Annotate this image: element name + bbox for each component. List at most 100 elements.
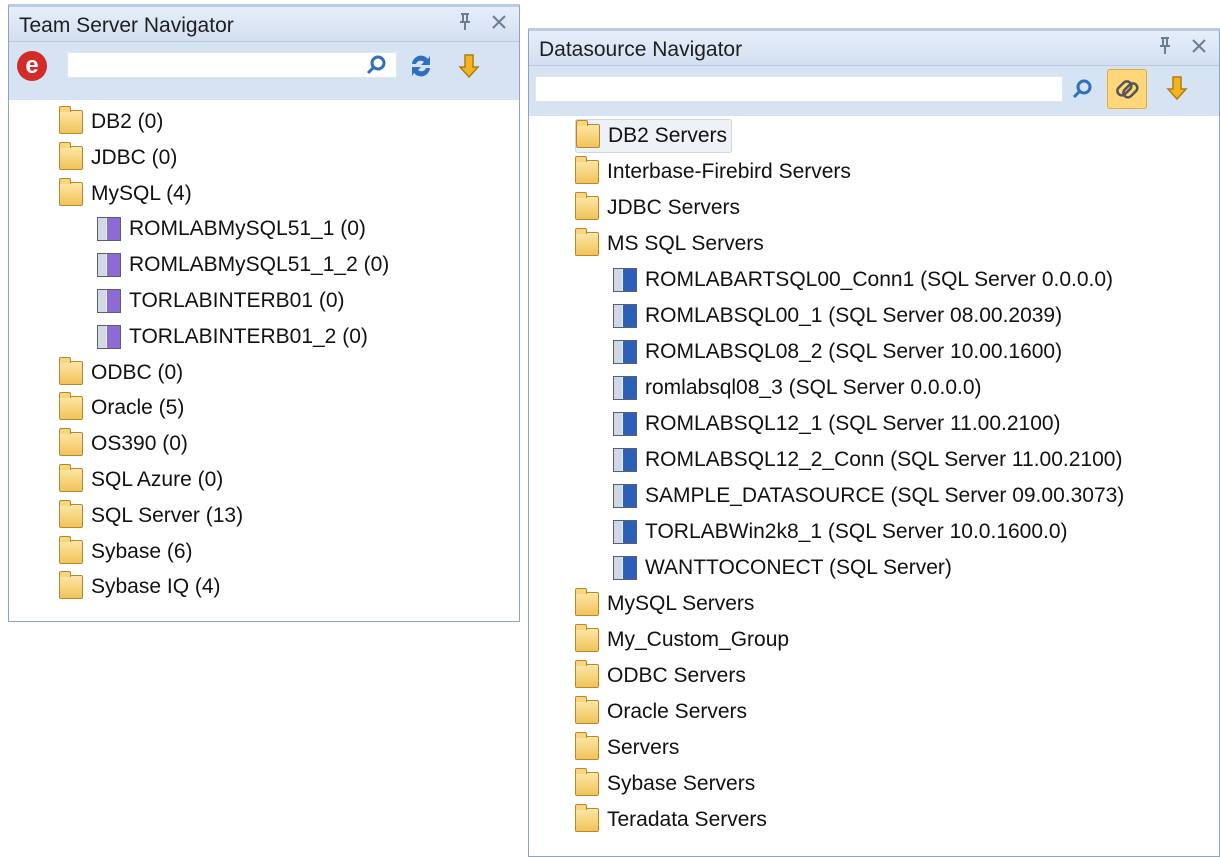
tree-item-label: SAMPLE_DATASOURCE (SQL Server 09.00.3073…	[645, 484, 1125, 507]
tree-item-label: Teradata Servers	[607, 808, 767, 831]
server-icon	[613, 412, 637, 436]
server-icon	[97, 217, 121, 242]
tree-item-label: TORLABINTERB01 (0)	[129, 289, 345, 312]
folder-icon	[576, 120, 600, 148]
tree-item-label: Sybase (6)	[91, 539, 193, 563]
close-icon[interactable]	[489, 14, 509, 35]
tree-item-label: WANTTOCONECT (SQL Server)	[645, 556, 952, 579]
tree-item-label: ODBC Servers	[607, 664, 746, 687]
server-icon	[613, 340, 637, 364]
e-logo-icon[interactable]: e	[17, 51, 47, 81]
tree-item[interactable]: romlabsql08_3 (SQL Server 0.0.0.0)	[613, 371, 982, 405]
folder-icon	[59, 571, 83, 600]
tree-item[interactable]: TORLABINTERB01 (0)	[97, 284, 345, 318]
tree-item[interactable]: SAMPLE_DATASOURCE (SQL Server 09.00.3073…	[613, 479, 1124, 513]
search-icon[interactable]	[1071, 78, 1093, 100]
server-icon	[97, 324, 121, 349]
tree-item[interactable]: Teradata Servers	[575, 803, 767, 837]
tree-item-label: ROMLABSQL12_1 (SQL Server 11.00.2100)	[645, 412, 1061, 435]
pin-icon[interactable]	[455, 13, 475, 36]
team-panel-title-buttons	[455, 13, 509, 36]
tree-item-label: My_Custom_Group	[607, 628, 790, 651]
tree-item[interactable]: TORLABINTERB01_2 (0)	[97, 320, 368, 354]
folder-icon	[575, 732, 599, 760]
tree-item[interactable]: ROMLABSQL12_1 (SQL Server 11.00.2100)	[613, 407, 1061, 441]
folder-icon	[575, 228, 599, 256]
server-icon	[613, 520, 637, 544]
tree-item[interactable]: ODBC (0)	[59, 356, 183, 390]
server-icon	[613, 268, 637, 292]
tree-item[interactable]: SQL Server (13)	[59, 499, 243, 533]
tree-item[interactable]: Sybase IQ (4)	[59, 570, 221, 604]
folder-icon	[575, 768, 599, 796]
tree-item[interactable]: WANTTOCONECT (SQL Server)	[613, 551, 952, 585]
tree-item-label: DB2 (0)	[91, 110, 164, 133]
server-icon	[613, 448, 637, 472]
tree-item[interactable]: ODBC Servers	[575, 659, 746, 693]
tree-item[interactable]: Servers	[575, 731, 679, 765]
tree-item[interactable]: ROMLABSQL12_2_Conn (SQL Server 11.00.210…	[613, 443, 1122, 477]
ds-panel-titlebar: Datasource Navigator	[529, 31, 1219, 66]
tree-item-label: ROMLABSQL12_2_Conn (SQL Server 11.00.210…	[645, 448, 1123, 471]
tree-item[interactable]: Sybase Servers	[575, 767, 755, 801]
tree-item[interactable]: JDBC Servers	[575, 191, 740, 225]
tree-item[interactable]: MS SQL Servers	[575, 227, 764, 261]
tree-item-label: MS SQL Servers	[607, 232, 764, 255]
folder-icon	[59, 141, 83, 170]
tree-item-label: Sybase Servers	[607, 772, 756, 795]
arrow-down-icon[interactable]	[1163, 74, 1191, 102]
tree-item-label: SQL Server (13)	[91, 503, 244, 527]
link-icon[interactable]	[1107, 69, 1147, 109]
server-icon	[97, 289, 121, 313]
folder-icon	[575, 804, 599, 832]
folder-icon	[59, 464, 83, 492]
tree-item[interactable]: Oracle Servers	[575, 695, 747, 729]
tree-item[interactable]: ROMLABARTSQL00_Conn1 (SQL Server 0.0.0.0…	[613, 263, 1113, 297]
tree-item-label: Interbase-Firebird Servers	[607, 160, 851, 183]
tree-item[interactable]: MySQL (4)	[59, 177, 192, 211]
refresh-icon[interactable]	[407, 52, 435, 80]
tree-item-label: MySQL (4)	[91, 181, 192, 205]
team-panel-toolbar: e	[9, 42, 519, 100]
tree-item[interactable]: Sybase (6)	[59, 535, 193, 569]
tree-item[interactable]: TORLABWin2k8_1 (SQL Server 10.0.1600.0)	[613, 515, 1068, 549]
ds-panel-title-buttons	[1155, 37, 1209, 60]
team-server-navigator-panel: Team Server Navigator e DB2 (0) JDBC (0) M…	[8, 4, 520, 622]
tree-item[interactable]: ROMLABMySQL51_1 (0)	[97, 212, 366, 246]
ds-search-input[interactable]	[535, 76, 1063, 102]
tree-item-label: OS390 (0)	[91, 432, 188, 456]
tree-item[interactable]: ROMLABSQL08_2 (SQL Server 10.00.1600)	[613, 335, 1062, 369]
tree-item[interactable]: ROMLABSQL00_1 (SQL Server 08.00.2039)	[613, 299, 1062, 333]
tree-item[interactable]: JDBC (0)	[59, 141, 177, 175]
arrow-down-icon[interactable]	[455, 52, 483, 80]
server-icon	[613, 556, 637, 580]
tree-item[interactable]: DB2 (0)	[59, 105, 163, 139]
tree-item[interactable]: Interbase-Firebird Servers	[575, 155, 851, 189]
tree-item-label: DB2 Servers	[608, 124, 728, 147]
tree-item-label: JDBC (0)	[91, 145, 178, 169]
team-search-input[interactable]	[67, 52, 397, 78]
tree-item-label: Sybase IQ (4)	[91, 575, 221, 599]
folder-icon	[575, 192, 599, 220]
tree-item[interactable]: OS390 (0)	[59, 427, 188, 461]
tree-item-label: Oracle Servers	[607, 700, 748, 723]
tree-item[interactable]: ROMLABMySQL51_1_2 (0)	[97, 248, 389, 282]
folder-icon	[575, 588, 599, 616]
tree-item[interactable]: Oracle (5)	[59, 391, 184, 425]
team-panel-title: Team Server Navigator	[19, 14, 234, 37]
tree-item-label: ROMLABMySQL51_1 (0)	[129, 217, 366, 241]
pin-icon[interactable]	[1155, 37, 1175, 60]
datasource-navigator-panel: Datasource Navigator DB2 Servers Interbas…	[528, 28, 1220, 857]
tree-item[interactable]: MySQL Servers	[575, 587, 754, 621]
tree-item[interactable]: My_Custom_Group	[575, 623, 789, 657]
tree-item-label: ROMLABSQL08_2 (SQL Server 10.00.1600)	[645, 340, 1063, 363]
folder-icon	[59, 356, 83, 385]
tree-item-label: romlabsql08_3 (SQL Server 0.0.0.0)	[645, 376, 982, 399]
close-icon[interactable]	[1189, 38, 1209, 59]
folder-icon	[59, 177, 83, 206]
team-panel-titlebar: Team Server Navigator	[9, 7, 519, 42]
tree-item-label: MySQL Servers	[607, 592, 755, 615]
tree-item[interactable]: DB2 Servers	[575, 119, 733, 153]
search-icon[interactable]	[365, 54, 387, 76]
tree-item[interactable]: SQL Azure (0)	[59, 463, 223, 497]
